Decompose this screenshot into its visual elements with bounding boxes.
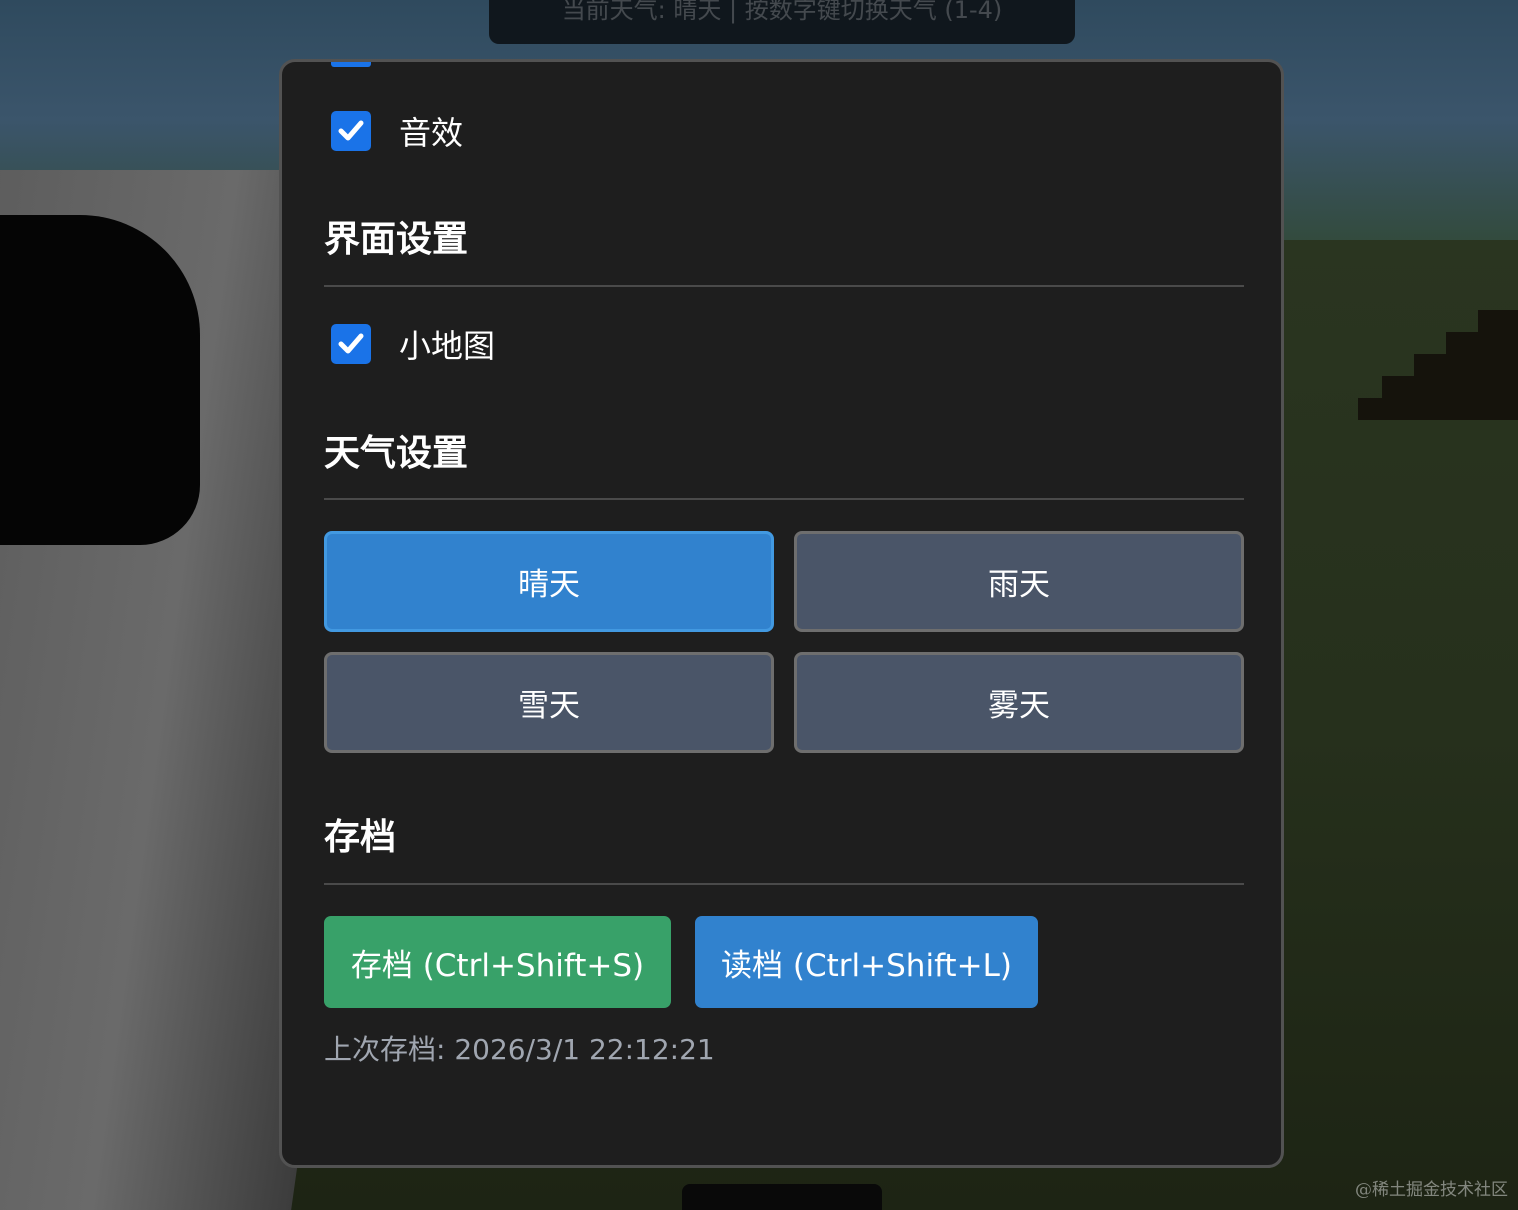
checkmark-icon <box>338 333 364 354</box>
minimap-label: 小地图 <box>399 327 496 365</box>
watermark: @稀土掘金技术社区 <box>1355 1180 1508 1200</box>
load-game-button[interactable]: 读档 (Ctrl+Shift+L) <box>695 916 1038 1008</box>
tunnel <box>0 215 200 545</box>
save-game-button[interactable]: 存档 (Ctrl+Shift+S) <box>324 916 671 1008</box>
sound-toggle[interactable]: 音效 <box>331 108 463 154</box>
weather-status-banner: 当前天气: 晴天 | 按数字键切换天气 (1-4) <box>489 0 1075 44</box>
weather-sunny-button[interactable]: 晴天 <box>324 531 774 632</box>
sound-checkbox[interactable] <box>331 111 371 151</box>
bottom-toolbar-tab <box>682 1184 882 1210</box>
ui-settings-title: 界面设置 <box>324 219 469 260</box>
last-save-timestamp: 上次存档: 2026/3/1 22:12:21 <box>324 1033 715 1066</box>
sound-label: 音效 <box>399 114 464 152</box>
save-section-divider <box>324 883 1244 885</box>
weather-foggy-button[interactable]: 雾天 <box>794 652 1244 753</box>
partially-hidden-checkbox <box>331 62 371 67</box>
ui-settings-divider <box>324 285 1244 287</box>
minimap-checkbox[interactable] <box>331 324 371 364</box>
weather-settings-divider <box>324 498 1244 500</box>
save-section-title: 存档 <box>324 817 397 858</box>
checkmark-icon <box>338 120 364 141</box>
settings-panel: 音效 界面设置 小地图 天气设置 晴天 雨天 雪天 雾天 存档 存档 (Ctrl… <box>279 59 1284 1168</box>
weather-settings-title: 天气设置 <box>324 433 469 474</box>
weather-rainy-button[interactable]: 雨天 <box>794 531 1244 632</box>
weather-snowy-button[interactable]: 雪天 <box>324 652 774 753</box>
weather-status-text: 当前天气: 晴天 | 按数字键切换天气 (1-4) <box>561 0 1003 24</box>
minimap-toggle[interactable]: 小地图 <box>331 321 495 367</box>
